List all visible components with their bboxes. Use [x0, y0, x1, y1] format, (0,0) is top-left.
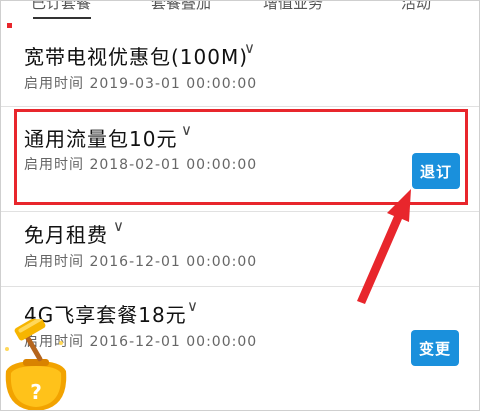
gift-bag-icon[interactable]: ?	[1, 319, 71, 411]
package-list-screen: 已订套餐 套餐叠加 增值业务 活动 宽带电视优惠包(100M) ∨ 启用时间 2…	[0, 0, 480, 411]
svg-text:?: ?	[30, 380, 42, 404]
hammer-icon	[14, 319, 46, 362]
annotation-arrow	[357, 189, 411, 304]
